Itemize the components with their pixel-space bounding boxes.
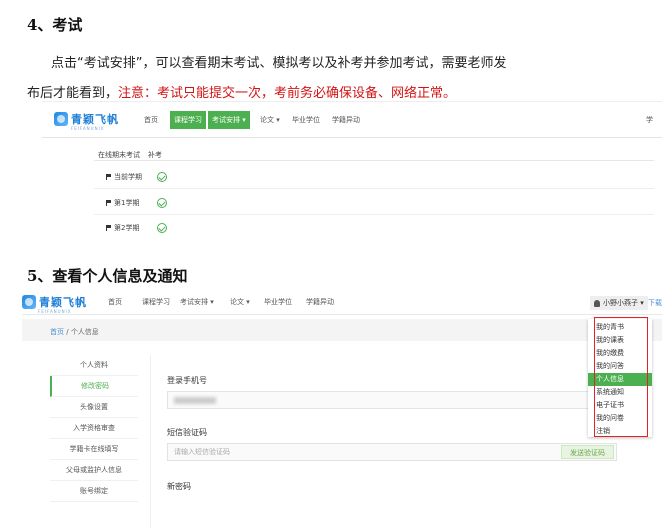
check-circle-icon[interactable] bbox=[157, 223, 167, 233]
term-row[interactable]: 第1学期 bbox=[106, 198, 139, 208]
top-navbar: 青颖飞帆 FEIFANUNIX 首页 课程学习 考试安排 ▾ 论文 ▾ 毕业学位… bbox=[42, 102, 662, 138]
section4-line2-normal: 布后才能看到， bbox=[27, 86, 119, 101]
profile-screenshot: 青颖飞帆 FEIFANUNIX 首页 课程学习 考试安排 ▾ 论文 ▾ 毕业学位… bbox=[22, 289, 662, 528]
nav-status[interactable]: 学籍异动 bbox=[302, 289, 338, 315]
term-row[interactable]: 当前学期 bbox=[106, 172, 142, 182]
section4-line1: 点击“考试安排”，可以查看期末考试、模拟考以及补考并参加考试，需要老师发 bbox=[51, 56, 507, 71]
term-label: 第2学期 bbox=[114, 224, 140, 232]
exam-screenshot: 青颖飞帆 FEIFANUNIX 首页 课程学习 考试安排 ▾ 论文 ▾ 毕业学位… bbox=[42, 101, 662, 233]
row-divider bbox=[94, 214, 654, 215]
logo[interactable]: 青颖飞帆 bbox=[22, 294, 87, 310]
flag-icon bbox=[106, 174, 111, 180]
row-divider bbox=[94, 188, 654, 189]
sms-code-label: 短信验证码 bbox=[167, 428, 207, 437]
blurred-phone-number bbox=[174, 396, 216, 404]
breadcrumb: 首页 / 个人信息 bbox=[50, 327, 99, 337]
nav-course[interactable]: 课程学习 bbox=[170, 111, 206, 129]
section4-line2: 布后才能看到，注意：考试只能提交一次，考前务必确保设备、网络正常。 bbox=[27, 82, 456, 101]
breadcrumb-home[interactable]: 首页 bbox=[50, 328, 64, 336]
term-label: 当前学期 bbox=[114, 173, 142, 181]
logo-sub: FEIFANUNIX bbox=[71, 126, 105, 131]
sidebar-item-student-card[interactable]: 学籍卡在线填写 bbox=[50, 439, 138, 460]
breadcrumb-bar bbox=[22, 319, 662, 341]
flag-icon bbox=[106, 200, 111, 206]
sidebar-item-admission-review[interactable]: 入学资格审查 bbox=[50, 418, 138, 439]
sidebar-item-avatar[interactable]: 头像设置 bbox=[50, 397, 138, 418]
nav-thesis[interactable]: 论文 ▾ bbox=[256, 111, 284, 129]
sidebar-item-account-binding[interactable]: 账号绑定 bbox=[50, 481, 138, 502]
logo-icon bbox=[54, 112, 68, 126]
sms-code-input[interactable]: 请输入短信验证码 发送验证码 bbox=[167, 443, 617, 461]
breadcrumb-current: 个人信息 bbox=[70, 328, 99, 336]
nav-status[interactable]: 学籍异动 bbox=[328, 111, 364, 129]
logo-sub: FEIFANUNIX bbox=[38, 309, 72, 314]
nav-home[interactable]: 首页 bbox=[104, 289, 126, 315]
phone-field[interactable] bbox=[167, 391, 617, 409]
send-code-button[interactable]: 发送验证码 bbox=[561, 445, 614, 459]
logo-text: 青颖飞帆 bbox=[39, 296, 87, 309]
phone-label: 登录手机号 bbox=[167, 376, 207, 385]
nav-degree[interactable]: 毕业学位 bbox=[260, 289, 296, 315]
username: 小野小燕子 ▾ bbox=[603, 299, 644, 307]
tab-makeup-exam[interactable]: 补考 bbox=[144, 146, 166, 164]
top-navbar: 青颖飞帆 FEIFANUNIX 首页 课程学习 考试安排 ▾ 论文 ▾ 毕业学位… bbox=[22, 289, 662, 315]
profile-sidebar: 个人资料 修改密码 头像设置 入学资格审查 学籍卡在线填写 父母或监护人信息 账… bbox=[50, 355, 138, 502]
nav-thesis[interactable]: 论文 ▾ bbox=[226, 289, 254, 315]
check-circle-icon[interactable] bbox=[157, 172, 167, 182]
nav-exam[interactable]: 考试安排 ▾ bbox=[176, 289, 218, 315]
exam-tabs: 在线期末考试 补考 bbox=[94, 146, 166, 164]
download-link[interactable]: 下载 bbox=[648, 298, 662, 308]
user-menu-toggle[interactable]: 小野小燕子 ▾ bbox=[590, 296, 648, 310]
nav-degree[interactable]: 毕业学位 bbox=[288, 111, 324, 129]
term-label: 第1学期 bbox=[114, 199, 140, 207]
section4-warning: 注意：考试只能提交一次，考前务必确保设备、网络正常。 bbox=[118, 86, 457, 101]
nav-user-partial[interactable]: 学 bbox=[642, 111, 657, 129]
logo-icon bbox=[22, 295, 36, 309]
sidebar-item-guardian[interactable]: 父母或监护人信息 bbox=[50, 460, 138, 481]
term-row[interactable]: 第2学期 bbox=[106, 223, 139, 233]
user-icon bbox=[594, 299, 600, 307]
logo[interactable]: 青颖飞帆 bbox=[54, 111, 119, 127]
section5-heading: 5、查看个人信息及通知 bbox=[27, 267, 188, 285]
nav-home[interactable]: 首页 bbox=[140, 111, 162, 129]
tab-divider bbox=[94, 160, 654, 161]
logo-text: 青颖飞帆 bbox=[71, 113, 119, 126]
change-password-form: 登录手机号 短信验证码 请输入短信验证码 发送验证码 新密码 bbox=[150, 355, 620, 528]
check-circle-icon[interactable] bbox=[157, 198, 167, 208]
nav-course[interactable]: 课程学习 bbox=[138, 289, 174, 315]
dropdown-highlight-frame bbox=[594, 317, 648, 437]
flag-icon bbox=[106, 225, 111, 231]
breadcrumb-sep: / bbox=[64, 328, 71, 336]
section4-heading: 4、考试 bbox=[27, 16, 83, 34]
new-password-label: 新密码 bbox=[167, 482, 191, 491]
sms-code-placeholder: 请输入短信验证码 bbox=[174, 448, 230, 456]
sidebar-item-profile[interactable]: 个人资料 bbox=[50, 355, 138, 376]
sidebar-item-change-password[interactable]: 修改密码 bbox=[50, 376, 138, 397]
tab-final-exam[interactable]: 在线期末考试 bbox=[94, 146, 144, 164]
nav-exam[interactable]: 考试安排 ▾ bbox=[208, 111, 250, 129]
